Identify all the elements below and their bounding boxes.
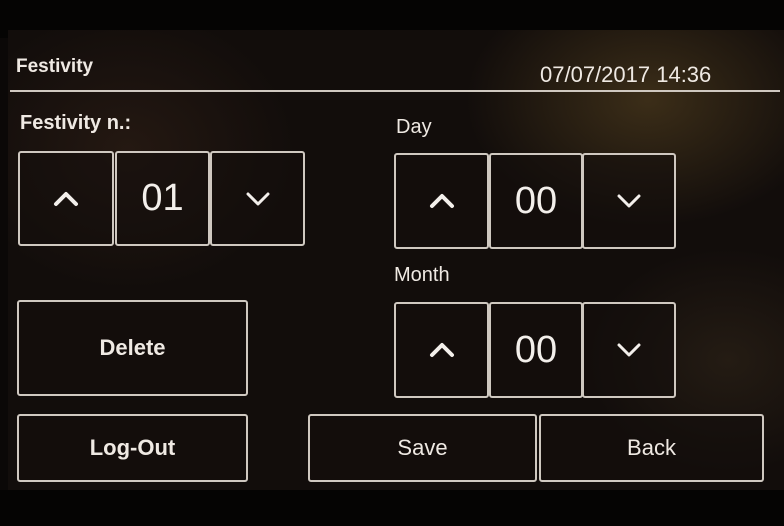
day-down-button[interactable] [582, 153, 676, 249]
logout-button-label: Log-Out [89, 435, 176, 460]
month-up-button[interactable] [394, 302, 489, 398]
day-value: 00 [514, 179, 558, 222]
festivity-number-value: 01 [141, 177, 184, 219]
chevron-down-icon [246, 192, 269, 205]
month-label: Month [394, 264, 450, 286]
festivity-number-display: 01 [115, 151, 210, 246]
day-up-button[interactable] [394, 153, 489, 249]
chevron-down-icon [617, 343, 641, 357]
save-button[interactable]: Save [308, 414, 537, 482]
festivity-down-button[interactable] [210, 151, 305, 246]
day-label: Day [396, 116, 432, 138]
month-down-button[interactable] [582, 302, 676, 398]
delete-button-label: Delete [99, 335, 166, 360]
logout-button[interactable]: Log-Out [17, 414, 248, 482]
festivity-up-button[interactable] [18, 151, 114, 246]
chevron-up-icon [429, 194, 454, 208]
chevron-up-icon [54, 191, 78, 206]
delete-button[interactable]: Delete [17, 300, 248, 396]
chevron-down-icon [617, 194, 641, 208]
back-button[interactable]: Back [539, 414, 764, 482]
back-button-label: Back [627, 435, 676, 460]
festivity-number-label: Festivity n.: [20, 112, 132, 134]
month-value: 00 [514, 328, 558, 371]
page-title: Festivity [16, 56, 94, 77]
month-display: 00 [489, 302, 583, 398]
datetime-display: 07/07/2017 14:36 [540, 62, 712, 87]
save-button-label: Save [397, 435, 448, 460]
screen-bezel-bottom [0, 490, 784, 526]
day-display: 00 [489, 153, 583, 249]
header-divider [10, 90, 780, 92]
chevron-up-icon [429, 343, 454, 357]
